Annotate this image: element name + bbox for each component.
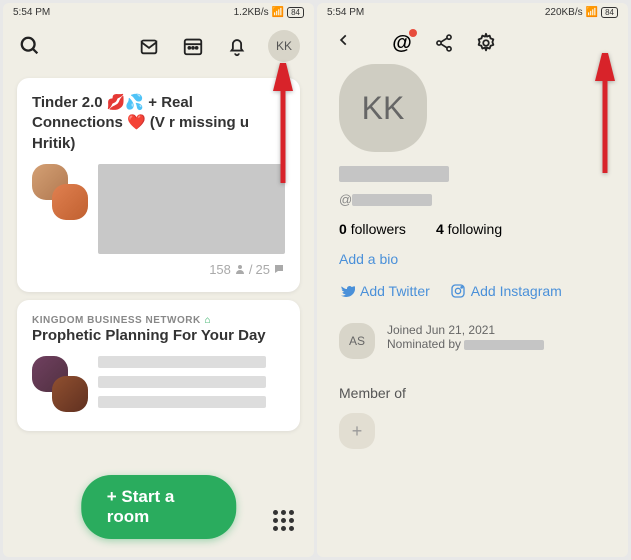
speakers-list bbox=[98, 356, 285, 416]
club-name: KINGDOM BUSINESS NETWORK ⌂ bbox=[32, 315, 285, 326]
settings-gear-icon[interactable] bbox=[473, 30, 499, 56]
room-card[interactable]: Tinder 2.0 💋💦 + Real Connections ❤️ (V r… bbox=[17, 78, 300, 292]
start-room-button[interactable]: + Start a room bbox=[81, 475, 237, 539]
start-room-label: + Start a room bbox=[107, 487, 211, 527]
room-stats: 158 / 25 bbox=[32, 262, 285, 277]
person-icon bbox=[234, 263, 246, 275]
nominator-avatar[interactable]: AS bbox=[339, 323, 375, 359]
profile-screen: 5:54 PM 220KB/s 📶 84 @ KK @ 0 followers … bbox=[317, 3, 628, 557]
back-button[interactable] bbox=[331, 28, 357, 58]
invite-icon[interactable] bbox=[136, 33, 162, 59]
instagram-icon bbox=[450, 283, 466, 299]
top-nav: KK bbox=[3, 22, 314, 70]
profile-avatar-button[interactable]: KK bbox=[268, 30, 300, 62]
status-right: 1.2KB/s 📶 84 bbox=[234, 7, 304, 18]
mentions-icon[interactable]: @ bbox=[389, 30, 415, 56]
feed-screen: 5:54 PM 1.2KB/s 📶 84 KK Tinder 2.0 💋💦 + … bbox=[3, 3, 314, 557]
add-club-button[interactable]: + bbox=[339, 413, 375, 449]
room-title: Tinder 2.0 💋💦 + Real Connections ❤️ (V r… bbox=[32, 93, 285, 154]
clock: 5:54 PM bbox=[327, 7, 364, 18]
room-title: Prophetic Planning For Your Day bbox=[32, 326, 285, 346]
notification-dot bbox=[409, 29, 417, 37]
apps-grid-icon[interactable] bbox=[273, 510, 294, 531]
avatar bbox=[52, 376, 88, 412]
joined-info: AS Joined Jun 21, 2021 Nominated by bbox=[339, 323, 606, 359]
battery-icon: 84 bbox=[601, 7, 618, 18]
username: @ bbox=[339, 192, 606, 207]
share-icon[interactable] bbox=[431, 30, 457, 56]
calendar-icon[interactable] bbox=[180, 33, 206, 59]
room-card[interactable]: KINGDOM BUSINESS NETWORK ⌂ Prophetic Pla… bbox=[17, 300, 300, 431]
profile-body: KK @ 0 followers 4 following Add a bio A… bbox=[317, 64, 628, 449]
nominator-redacted bbox=[464, 340, 544, 350]
name-redacted bbox=[339, 166, 449, 182]
add-instagram-link[interactable]: Add Instagram bbox=[450, 283, 562, 299]
net-speed: 220KB/s bbox=[545, 7, 583, 18]
follow-stats: 0 followers 4 following bbox=[339, 221, 606, 237]
search-icon[interactable] bbox=[17, 33, 43, 59]
speakers-list-redacted bbox=[98, 164, 285, 254]
clock: 5:54 PM bbox=[13, 7, 50, 18]
member-of-heading: Member of bbox=[339, 385, 606, 401]
net-speed: 1.2KB/s bbox=[234, 7, 269, 18]
nominated-by: Nominated by bbox=[387, 337, 544, 351]
status-bar: 5:54 PM 1.2KB/s 📶 84 bbox=[3, 3, 314, 22]
social-links: Add Twitter Add Instagram bbox=[339, 283, 606, 299]
bell-icon[interactable] bbox=[224, 33, 250, 59]
add-twitter-link[interactable]: Add Twitter bbox=[339, 283, 430, 299]
speaker-avatars bbox=[32, 164, 88, 220]
profile-nav: @ bbox=[317, 22, 628, 64]
chat-icon bbox=[273, 263, 285, 275]
signal-icon: 📶 bbox=[586, 7, 598, 18]
following[interactable]: 4 following bbox=[436, 221, 502, 237]
twitter-icon bbox=[339, 283, 355, 299]
battery-icon: 84 bbox=[287, 7, 304, 18]
handle-redacted bbox=[352, 194, 432, 206]
status-right: 220KB/s 📶 84 bbox=[545, 7, 618, 18]
profile-avatar[interactable]: KK bbox=[339, 64, 427, 152]
avatar bbox=[52, 184, 88, 220]
speaker-avatars bbox=[32, 356, 88, 412]
followers[interactable]: 0 followers bbox=[339, 221, 406, 237]
add-bio-link[interactable]: Add a bio bbox=[339, 251, 606, 267]
house-icon: ⌂ bbox=[205, 315, 212, 326]
signal-icon: 📶 bbox=[272, 7, 284, 18]
status-bar: 5:54 PM 220KB/s 📶 84 bbox=[317, 3, 628, 22]
joined-date: Joined Jun 21, 2021 bbox=[387, 323, 544, 337]
